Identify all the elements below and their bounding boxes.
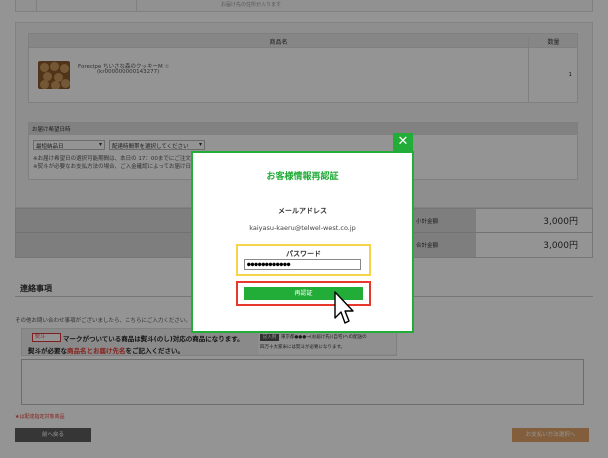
mouse-cursor-icon: [334, 291, 354, 324]
email-label: メールアドレス: [278, 207, 327, 215]
close-button[interactable]: ✕: [393, 133, 413, 151]
password-field[interactable]: [244, 259, 361, 270]
modal-title: お客様情報再認証: [266, 172, 339, 182]
reauth-modal: お客様情報再認証 メールアドレス kaiyasu-kaeru@telwel-we…: [191, 151, 414, 333]
password-label: パスワード: [286, 250, 321, 258]
password-highlight: パスワード: [236, 244, 371, 276]
email-value: kaiyasu-kaeru@telwel-west.co.jp: [249, 224, 356, 232]
